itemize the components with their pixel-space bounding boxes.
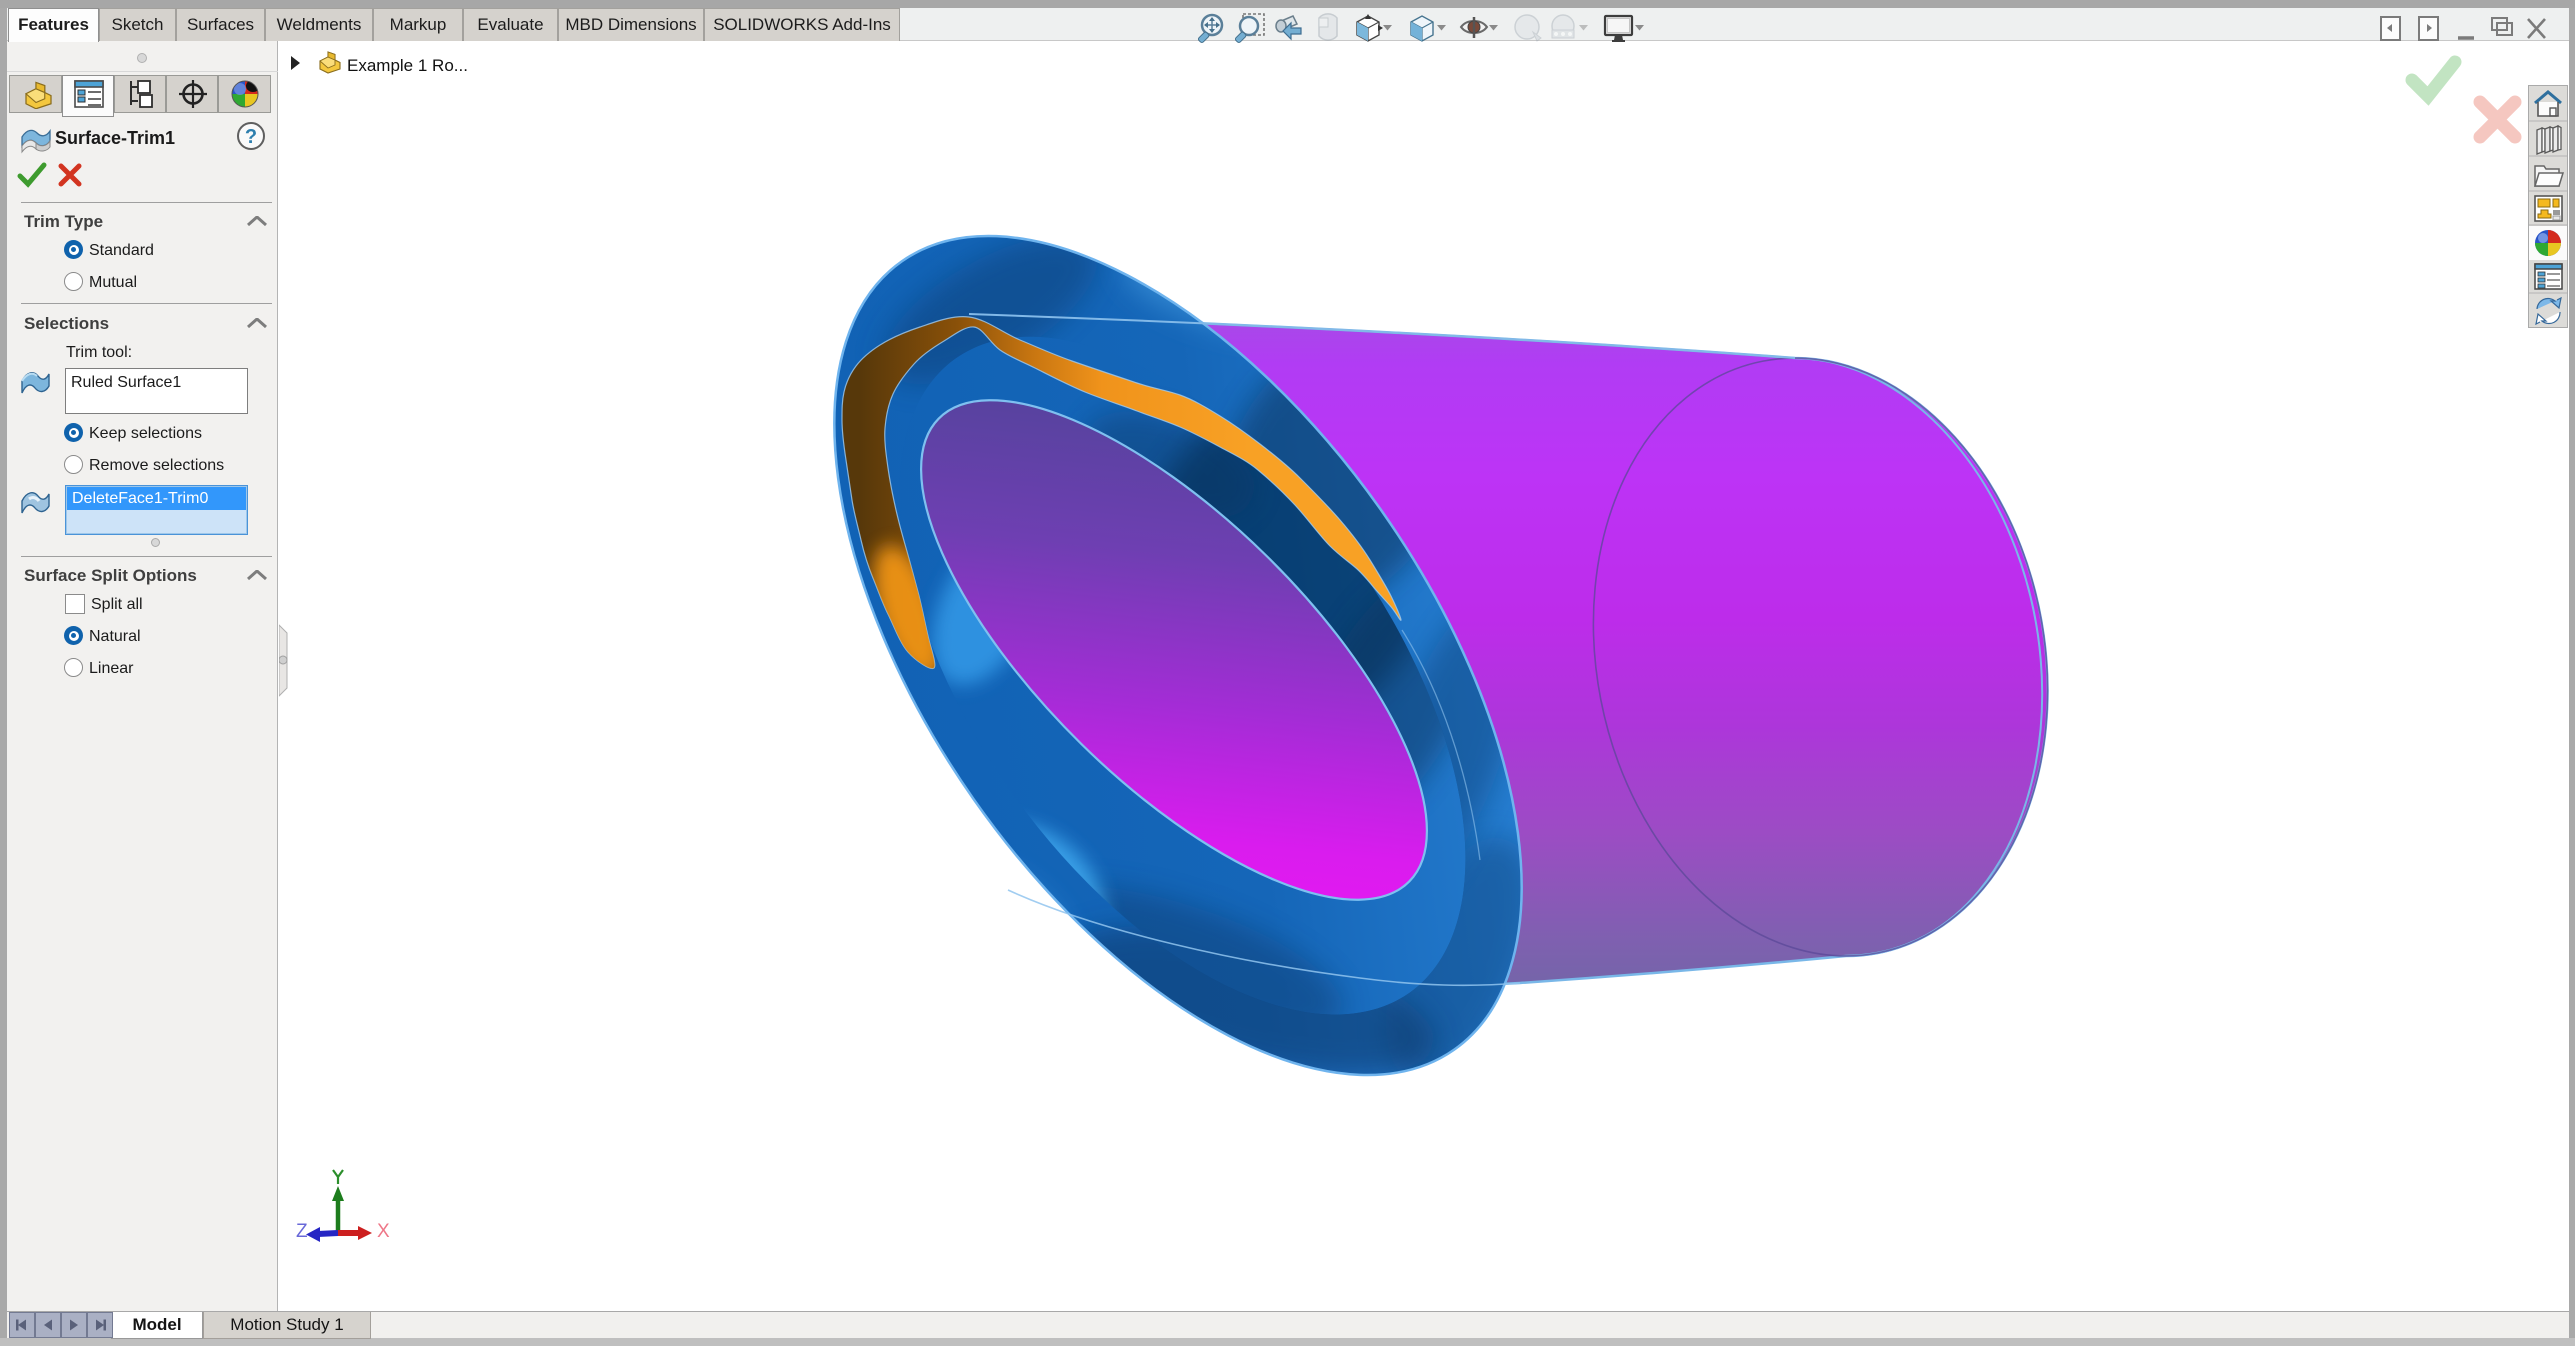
svg-text:Example 1 Ro...: Example 1 Ro... xyxy=(347,56,468,75)
svg-text:X: X xyxy=(377,1221,390,1242)
svg-text:Z: Z xyxy=(296,1221,308,1242)
